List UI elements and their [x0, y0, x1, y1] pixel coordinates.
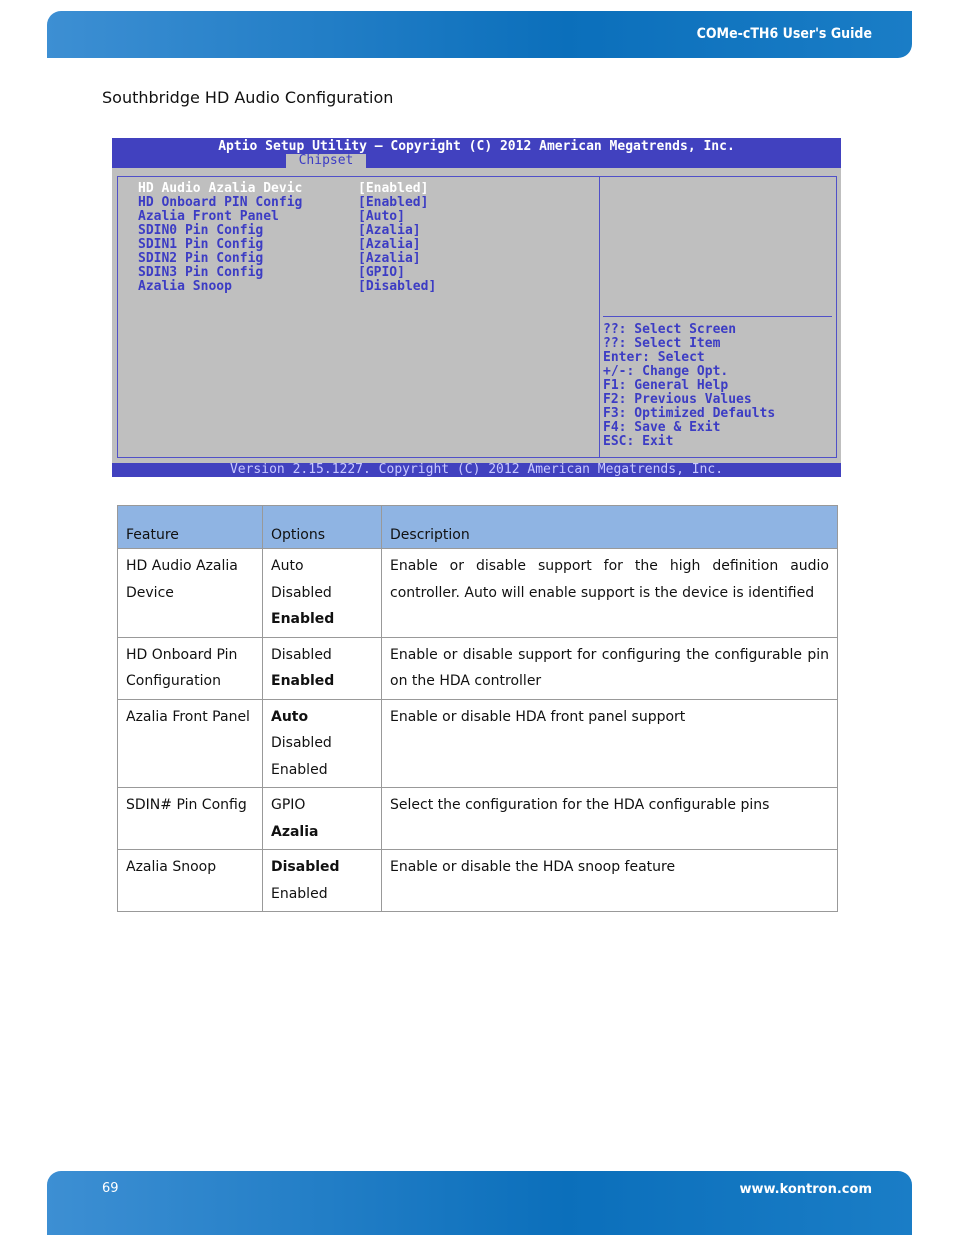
- table-row: SDIN# Pin Config GPIO Azalia Select the con…: [117, 787, 838, 850]
- bios-item-value[interactable]: [Azalia]: [358, 252, 421, 266]
- option: Disabled: [271, 735, 332, 751]
- option: Disabled: [271, 859, 340, 875]
- table-row: Azalia Front Panel Auto Disabled Enabled Ena…: [117, 698, 838, 788]
- website-link: www.kontron.com: [739, 1182, 872, 1197]
- bios-item-label[interactable]: SDIN3 Pin Config: [138, 266, 263, 280]
- option: GPIO: [271, 797, 306, 813]
- bios-item-value[interactable]: [Azalia]: [358, 238, 421, 252]
- description-cell: Enable or disable support for configurin…: [381, 636, 838, 700]
- bios-item-label[interactable]: SDIN2 Pin Config: [138, 252, 263, 266]
- bios-title-bar: Aptio Setup Utility – Copyright (C) 2012…: [112, 138, 841, 168]
- table-row: HD Audio Azalia Device Auto Disabled Enable…: [117, 548, 838, 638]
- bios-item-label[interactable]: SDIN0 Pin Config: [138, 224, 263, 238]
- feature-cell: HD Audio Azalia Device: [117, 548, 263, 638]
- bios-item-value[interactable]: [Enabled]: [358, 182, 428, 196]
- tab-chipset: Chipset: [286, 154, 366, 168]
- column-header: Description: [381, 505, 838, 549]
- bios-item-value[interactable]: [GPIO]: [358, 266, 405, 280]
- description-cell: Select the configuration for the HDA con…: [381, 787, 838, 850]
- bios-help-line: +/-: Change Opt.: [603, 364, 729, 379]
- option: Azalia: [271, 823, 319, 840]
- bios-item-label[interactable]: Azalia Front Panel: [138, 210, 279, 224]
- options-cell: GPIO Azalia: [262, 787, 382, 850]
- option: Enabled: [271, 885, 328, 902]
- description-cell: Enable or disable HDA front panel suppor…: [381, 698, 838, 788]
- option: Auto: [271, 558, 304, 574]
- column-header: Options: [262, 505, 382, 549]
- options-cell: Disabled Enabled: [262, 849, 382, 912]
- feature-cell: Azalia Snoop: [117, 849, 263, 912]
- option: Enabled: [271, 761, 328, 778]
- bios-help-line: Enter: Select: [603, 350, 705, 365]
- bios-help-line: F1: General Help: [603, 378, 729, 393]
- feature-cell: Azalia Front Panel: [117, 698, 263, 788]
- feature-cell: HD Onboard Pin Configuration: [117, 636, 263, 700]
- column-header: Feature: [117, 505, 263, 549]
- bios-item-value[interactable]: [Enabled]: [358, 196, 428, 210]
- option: Enabled: [271, 611, 335, 627]
- divider: [603, 316, 832, 317]
- bios-help-line: F4: Save & Exit: [603, 420, 721, 435]
- option: Auto: [271, 708, 309, 725]
- divider: [599, 176, 600, 458]
- option: Enabled: [271, 673, 335, 689]
- options-cell: Disabled Enabled: [262, 636, 382, 700]
- page-number: 69: [102, 1181, 119, 1196]
- options-cell: Auto Disabled Enabled: [262, 548, 382, 638]
- bios-help-line: ??: Select Screen: [603, 322, 737, 337]
- bios-item-label[interactable]: SDIN1 Pin Config: [138, 238, 263, 252]
- description-cell: Enable or disable the HDA snoop feature: [381, 849, 838, 912]
- bios-help-line: F2: Previous Values: [603, 392, 752, 407]
- table-row: HD Onboard Pin Configuration Disabled Enab…: [117, 636, 838, 700]
- option: Disabled: [271, 646, 332, 663]
- bios-help-line: F3: Optimized Defaults: [603, 406, 776, 421]
- bios-item-label[interactable]: HD Onboard PIN Config: [138, 196, 302, 210]
- option: Disabled: [271, 584, 332, 601]
- bios-item-value[interactable]: [Disabled]: [358, 280, 436, 294]
- section-title: Southbridge HD Audio Configuration: [102, 88, 394, 107]
- feature-cell: SDIN# Pin Config: [117, 787, 263, 850]
- bios-footer: Version 2.15.1227. Copyright (C) 2012 Am…: [112, 463, 841, 477]
- bios-help-line: ESC: Exit: [603, 434, 674, 449]
- document-title: COMe-cTH6 User's Guide: [696, 26, 872, 42]
- bios-title: Aptio Setup Utility – Copyright (C) 2012…: [218, 139, 735, 154]
- bios-item-label[interactable]: Azalia Snoop: [138, 280, 232, 294]
- bios-help-line: ??: Select Item: [603, 336, 721, 351]
- bios-item-value[interactable]: [Azalia]: [358, 224, 421, 238]
- table-row: Azalia Snoop Disabled Enabled Enable or dis…: [117, 849, 838, 912]
- bios-screenshot: Aptio Setup Utility – Copyright (C) 2012…: [112, 138, 841, 477]
- feature-table: Feature Options Description HD Audio Aza…: [117, 505, 838, 912]
- description-cell: Enable or disable support for the high d…: [381, 548, 838, 638]
- header-bar: COMe-cTH6 User's Guide: [47, 11, 912, 58]
- bios-item-value[interactable]: [Auto]: [358, 210, 405, 224]
- options-cell: Auto Disabled Enabled: [262, 698, 382, 788]
- footer-bar: 69 www.kontron.com: [47, 1171, 912, 1235]
- bios-item-label[interactable]: HD Audio Azalia Devic: [138, 182, 302, 196]
